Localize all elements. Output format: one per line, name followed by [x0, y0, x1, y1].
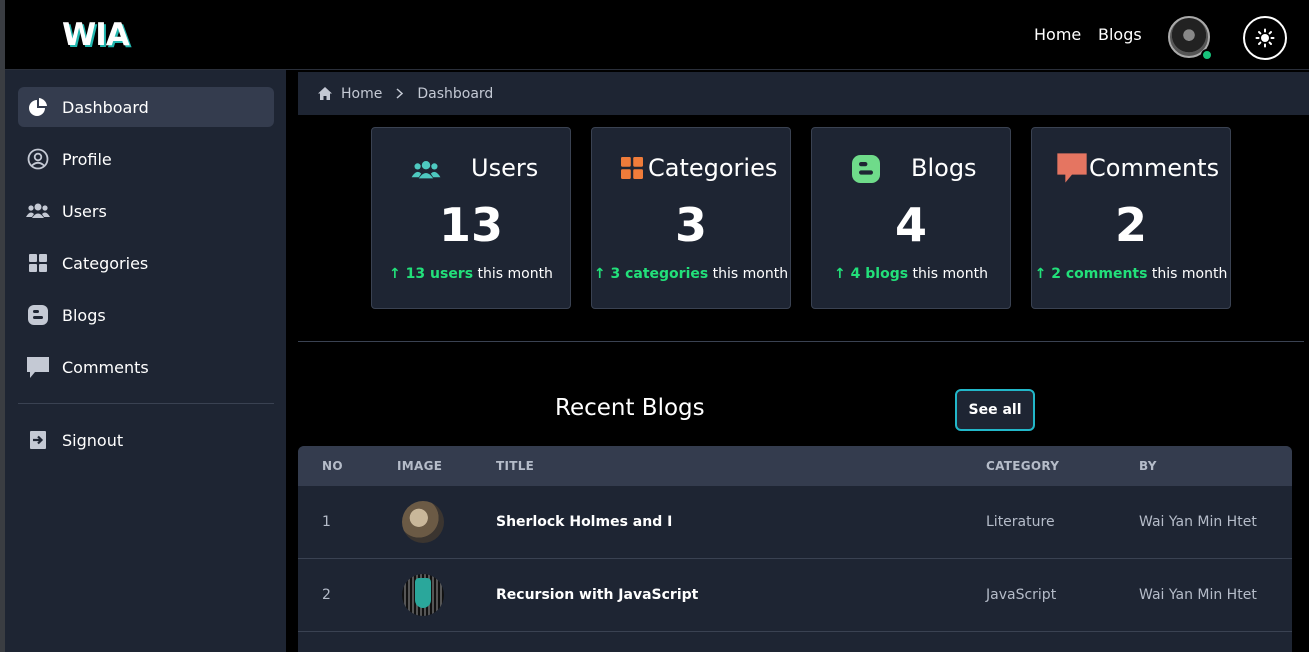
blog-author: Wai Yan Min Htet	[1139, 514, 1257, 530]
comment-icon	[26, 355, 50, 379]
stat-title: Comments	[1089, 154, 1220, 182]
top-navbar: WIA Home Blogs	[5, 3, 1309, 70]
stat-subtext: ↑ 4 blogs this month	[812, 266, 1010, 282]
sidebar-item-profile[interactable]: Profile	[18, 139, 274, 179]
stat-highlight: 3 categories	[610, 266, 709, 282]
recent-blogs-title: Recent Blogs	[555, 395, 705, 421]
breadcrumb: Home Dashboard	[298, 72, 1309, 115]
grid-icon	[621, 157, 643, 183]
column-header: CATEGORY	[986, 459, 1060, 473]
sidebar-item-label: Categories	[62, 253, 149, 273]
sidebar-item-label: Blogs	[62, 305, 106, 325]
column-header: NO	[322, 459, 343, 473]
blog-thumbnail	[402, 501, 444, 543]
stat-title: Users	[471, 154, 539, 182]
blogger-icon	[26, 303, 50, 327]
logo[interactable]: WIA	[62, 17, 130, 53]
pie-chart-icon	[26, 95, 50, 119]
stat-subtext: ↑ 13 users this month	[372, 266, 570, 282]
sidebar-item-label: Signout	[62, 430, 124, 450]
breadcrumb-home-link[interactable]: Home	[341, 86, 382, 102]
sidebar-item-label: Comments	[62, 357, 149, 377]
users-icon	[26, 199, 50, 223]
stat-card-categories: Categories 3 ↑ 3 categories this month	[591, 127, 791, 309]
sidebar-item-dashboard[interactable]: Dashboard	[18, 87, 274, 127]
arrow-up-icon: ↑	[1034, 266, 1052, 282]
blog-author: Wai Yan Min Htet	[1139, 587, 1257, 603]
sidebar: Dashboard Profile Users Categories Blogs…	[5, 70, 286, 652]
blog-thumbnail	[402, 574, 444, 616]
breadcrumb-current: Dashboard	[417, 85, 494, 102]
sun-icon	[1255, 28, 1275, 48]
row-number: 1	[322, 514, 331, 530]
stat-suffix: this month	[712, 266, 789, 282]
stat-highlight: 4 blogs	[850, 266, 909, 282]
theme-toggle-button[interactable]	[1243, 16, 1287, 60]
stat-highlight: 13 users	[405, 266, 474, 282]
user-circle-icon	[26, 147, 50, 171]
users-icon	[410, 158, 442, 186]
arrow-up-icon: ↑	[593, 266, 611, 282]
sidebar-divider	[18, 403, 274, 404]
blog-title[interactable]: Sherlock Holmes and I	[496, 514, 672, 530]
chevron-right-icon	[396, 88, 404, 99]
stat-subtext: ↑ 2 comments this month	[1032, 266, 1230, 282]
online-status-dot	[1201, 49, 1213, 61]
table-header: NO IMAGE TITLE CATEGORY BY	[298, 446, 1292, 486]
stat-suffix: this month	[912, 266, 988, 282]
blog-title[interactable]: Recursion with JavaScript	[496, 587, 698, 603]
sidebar-item-label: Dashboard	[62, 97, 149, 117]
stat-card-blogs: Blogs 4 ↑ 4 blogs this month	[811, 127, 1011, 309]
blogger-icon	[852, 155, 880, 187]
see-all-button[interactable]: See all	[955, 389, 1035, 431]
sidebar-item-signout[interactable]: Signout	[18, 420, 274, 460]
sidebar-item-blogs[interactable]: Blogs	[18, 295, 274, 335]
stat-highlight: 2 comments	[1051, 266, 1148, 282]
section-divider	[298, 341, 1304, 342]
stat-card-users: Users 13 ↑ 13 users this month	[371, 127, 571, 309]
column-header: BY	[1139, 459, 1157, 473]
table-row[interactable]: 2 Recursion with JavaScript JavaScript W…	[298, 559, 1292, 632]
sidebar-item-users[interactable]: Users	[18, 191, 274, 231]
stat-value: 2	[1114, 198, 1147, 252]
home-icon	[318, 87, 332, 100]
sidebar-item-label: Users	[62, 201, 107, 221]
stat-title: Categories	[648, 154, 778, 182]
arrow-up-icon: ↑	[389, 266, 406, 282]
blog-category: Literature	[986, 514, 1055, 530]
table-row[interactable]: 1 Sherlock Holmes and I Literature Wai Y…	[298, 486, 1292, 559]
stat-card-comments: Comments 2 ↑ 2 comments this month	[1031, 127, 1231, 309]
row-number: 2	[322, 587, 331, 603]
stat-subtext: ↑ 3 categories this month	[592, 266, 790, 282]
stat-suffix: this month	[477, 266, 553, 282]
comment-icon	[1056, 152, 1088, 188]
stat-value: 3	[674, 198, 707, 252]
grid-icon	[26, 251, 50, 275]
stat-value: 13	[438, 198, 503, 252]
column-header: IMAGE	[397, 459, 443, 473]
arrow-up-icon: ↑	[834, 266, 851, 282]
column-header: TITLE	[496, 459, 535, 473]
nav-blogs-link[interactable]: Blogs	[1098, 25, 1142, 44]
recent-blogs-table: NO IMAGE TITLE CATEGORY BY 1 Sherlock Ho…	[298, 446, 1292, 652]
stat-title: Blogs	[911, 154, 977, 182]
stat-suffix: this month	[1151, 266, 1228, 282]
sidebar-item-categories[interactable]: Categories	[18, 243, 274, 283]
nav-home-link[interactable]: Home	[1034, 25, 1081, 44]
stat-value: 4	[894, 198, 927, 252]
sidebar-item-comments[interactable]: Comments	[18, 347, 274, 387]
blog-category: JavaScript	[986, 587, 1057, 603]
sidebar-item-label: Profile	[62, 149, 112, 169]
signout-icon	[26, 428, 50, 452]
